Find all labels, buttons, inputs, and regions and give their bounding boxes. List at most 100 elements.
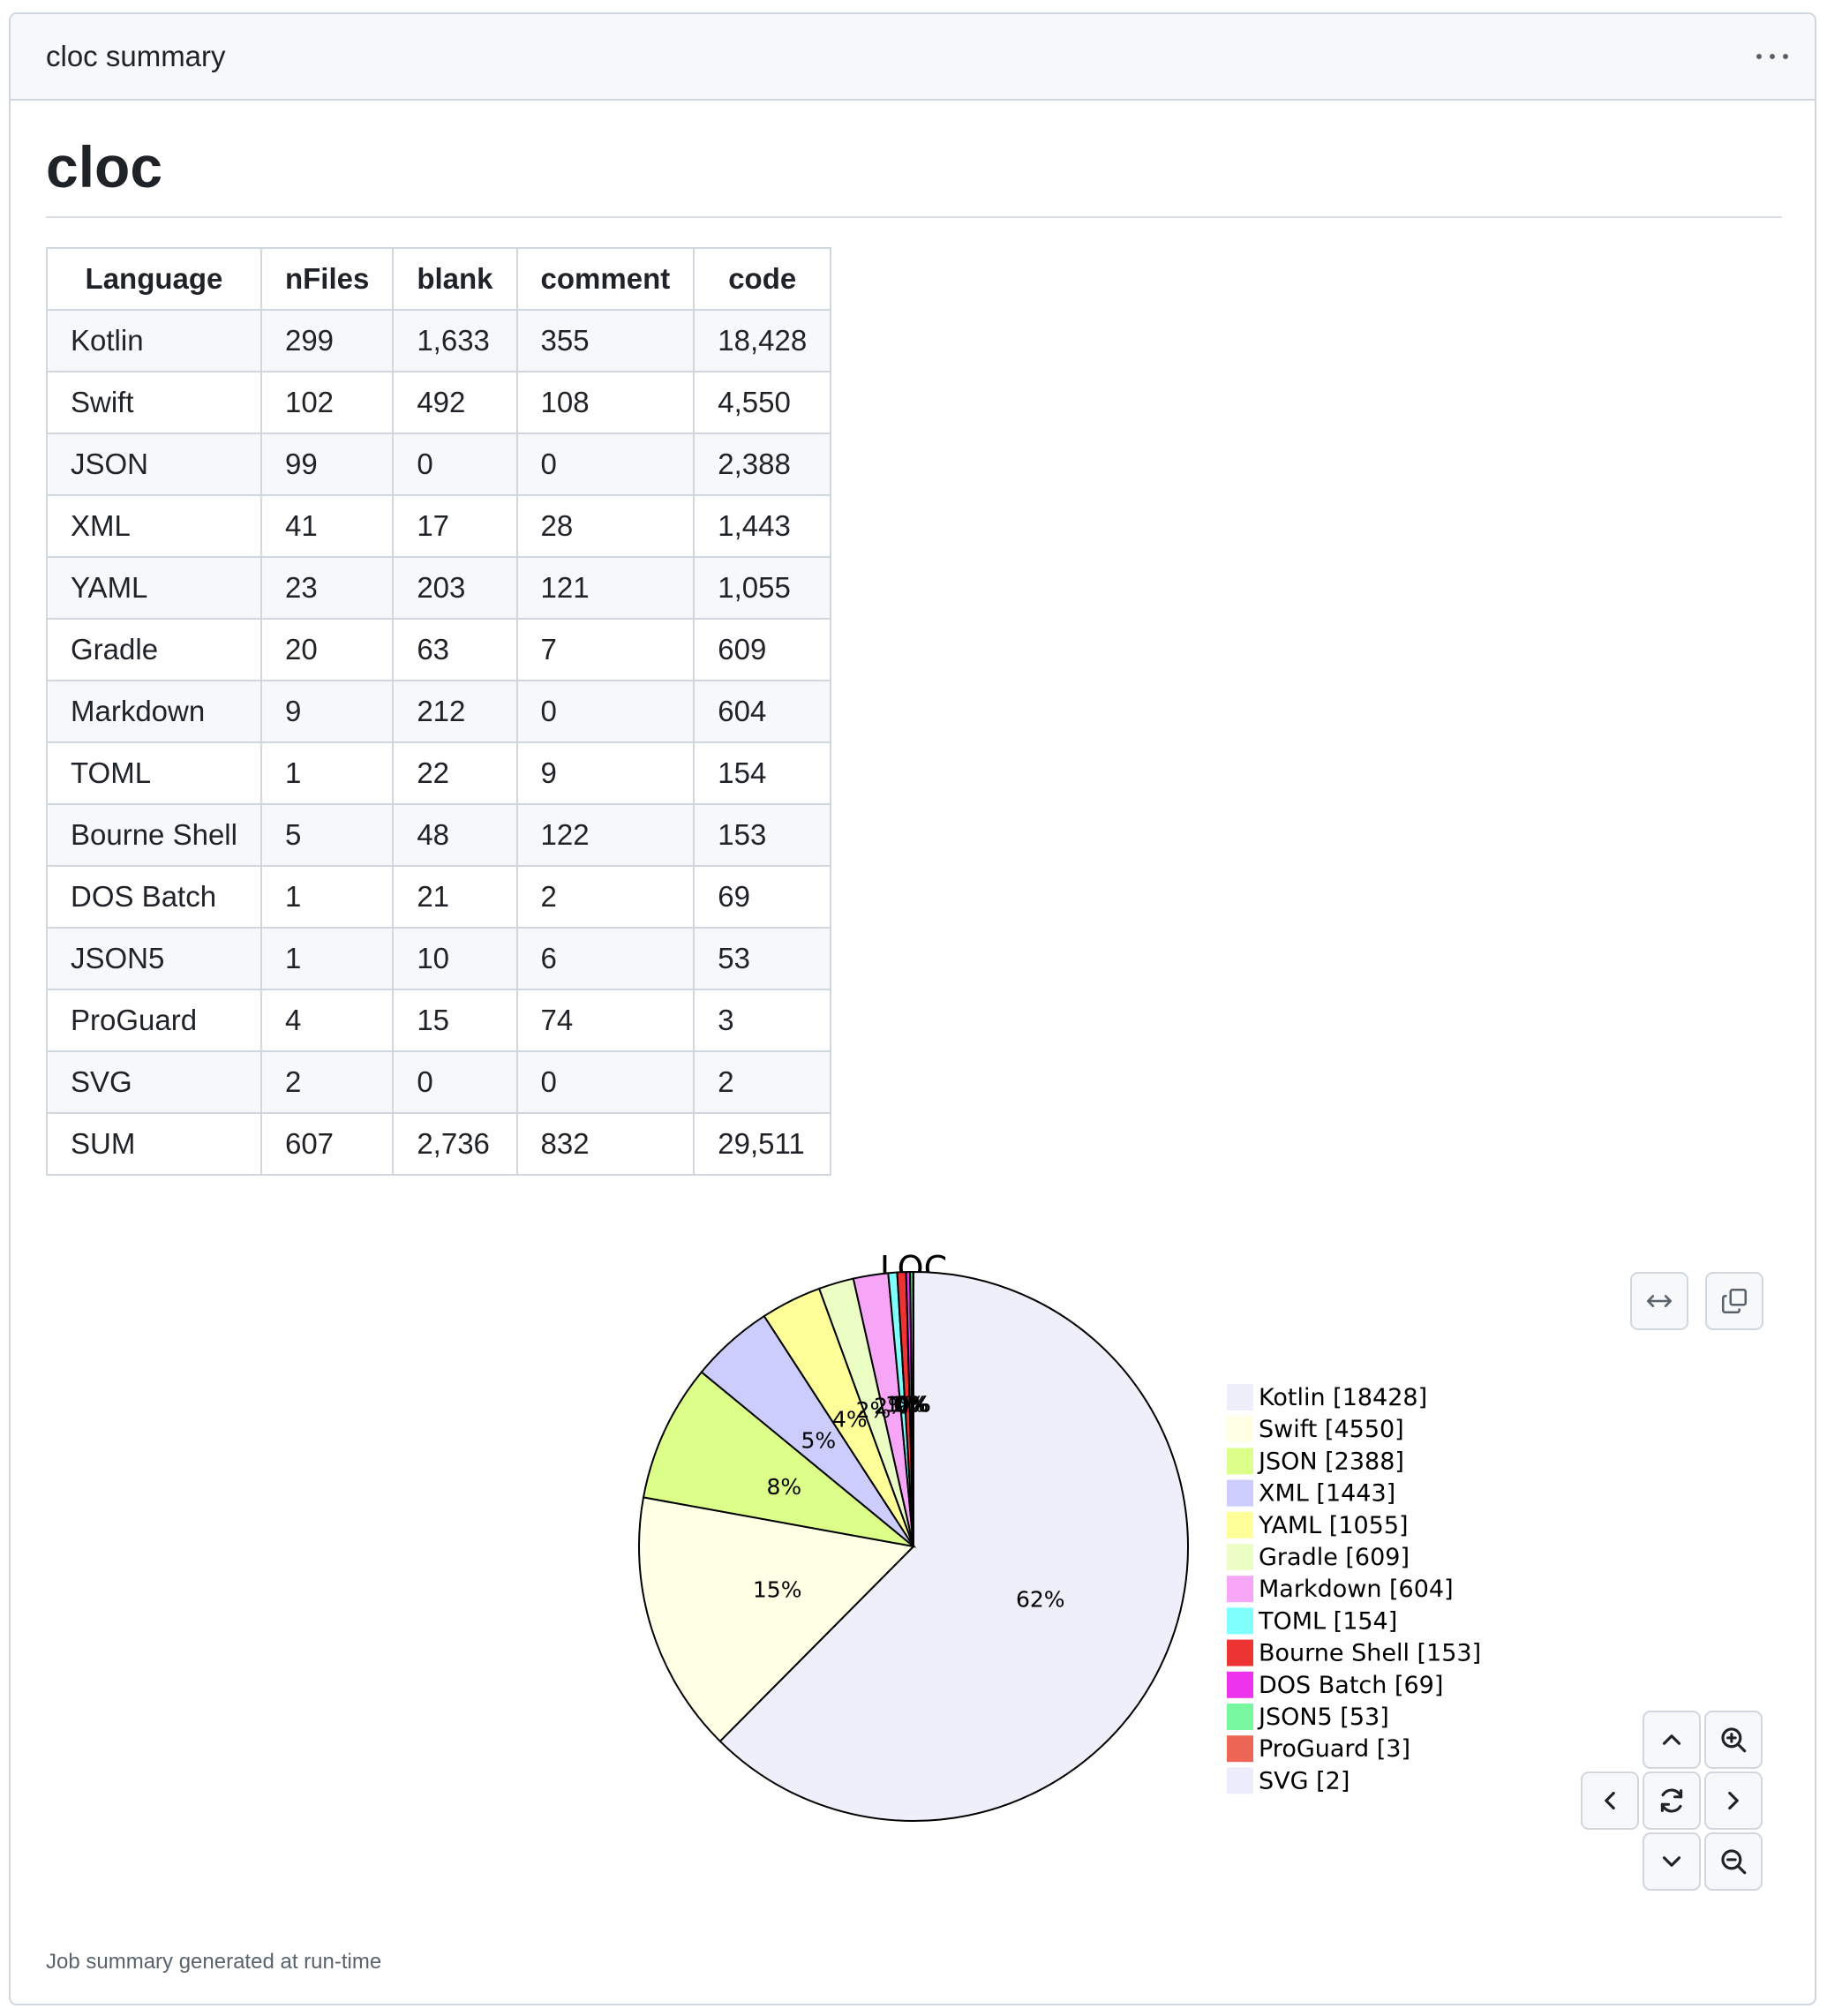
slice-percent-label: 62% bbox=[1016, 1586, 1065, 1612]
table-header-row: Language nFiles blank comment code bbox=[46, 247, 832, 311]
table-row: Kotlin 299 1,633 355 18,428 bbox=[46, 309, 832, 372]
column-header-code: code bbox=[693, 247, 832, 311]
cell-language: Bourne Shell bbox=[46, 803, 262, 867]
table-row: Bourne Shell 5 48 122 153 bbox=[46, 803, 832, 867]
cell-language: JSON5 bbox=[46, 927, 262, 990]
cell-comment: 108 bbox=[515, 371, 695, 434]
legend-swatch bbox=[1227, 1607, 1253, 1635]
cell-blank: 212 bbox=[392, 680, 518, 743]
cell-comment: 121 bbox=[515, 556, 695, 620]
cell-code: 2 bbox=[693, 1050, 832, 1114]
cell-blank: 203 bbox=[392, 556, 518, 620]
cell-comment: 2 bbox=[515, 865, 695, 929]
cell-language: YAML bbox=[46, 556, 262, 620]
copy-icon[interactable] bbox=[1705, 1272, 1763, 1330]
legend-swatch bbox=[1227, 1384, 1253, 1410]
cell-code: 1,055 bbox=[693, 556, 832, 620]
legend-label: YAML [1055] bbox=[1258, 1512, 1409, 1539]
table-row: TOML 1 22 9 154 bbox=[46, 741, 832, 805]
legend-swatch bbox=[1227, 1767, 1253, 1794]
cell-code: 53 bbox=[693, 927, 832, 990]
cell-nfiles: 9 bbox=[259, 680, 395, 743]
legend-label: TOML [154] bbox=[1258, 1607, 1397, 1635]
legend-swatch bbox=[1227, 1704, 1253, 1730]
legend-swatch bbox=[1227, 1735, 1253, 1763]
legend-label: Gradle [609] bbox=[1259, 1544, 1410, 1571]
cell-nfiles: 2 bbox=[259, 1050, 395, 1114]
cell-language: SVG bbox=[46, 1050, 262, 1114]
cell-code: 18,428 bbox=[693, 309, 832, 372]
card-title: cloc summary bbox=[46, 40, 226, 72]
legend-label: JSON5 [53] bbox=[1257, 1704, 1389, 1731]
legend-label: Kotlin [18428] bbox=[1259, 1384, 1427, 1411]
cell-nfiles: 607 bbox=[259, 1112, 395, 1176]
chevron-left-icon[interactable] bbox=[1581, 1772, 1639, 1830]
legend-label: ProGuard [3] bbox=[1259, 1735, 1410, 1763]
arrows-horizontal-icon[interactable] bbox=[1630, 1272, 1688, 1330]
legend-swatch bbox=[1227, 1479, 1253, 1507]
legend-swatch bbox=[1227, 1416, 1253, 1443]
legend-label: Bourne Shell [153] bbox=[1259, 1640, 1481, 1667]
cell-nfiles: 20 bbox=[259, 618, 395, 681]
kebab-horizontal-icon[interactable] bbox=[1753, 41, 1792, 72]
cell-blank: 22 bbox=[392, 741, 518, 805]
cell-blank: 21 bbox=[392, 865, 518, 929]
cell-code: 609 bbox=[693, 618, 832, 681]
pie-chart-svg: LOC 62%15%8%5%4%2%2%1%1%0%0%0%0% Kotlin … bbox=[638, 1249, 1481, 1822]
table-row: SVG 2 0 0 2 bbox=[46, 1050, 832, 1114]
cell-code: 2,388 bbox=[693, 433, 832, 496]
cell-blank: 1,633 bbox=[392, 309, 518, 372]
cell-language: Gradle bbox=[46, 618, 262, 681]
cell-comment: 122 bbox=[515, 803, 695, 867]
cell-code: 4,550 bbox=[693, 371, 832, 434]
table-row: Gradle 20 63 7 609 bbox=[46, 618, 832, 681]
chevron-up-icon[interactable] bbox=[1643, 1711, 1701, 1769]
cell-comment: 0 bbox=[515, 680, 695, 743]
chevron-down-icon[interactable] bbox=[1643, 1832, 1701, 1891]
cell-blank: 492 bbox=[392, 371, 518, 434]
cell-nfiles: 99 bbox=[259, 433, 395, 496]
cell-nfiles: 1 bbox=[259, 865, 395, 929]
cell-comment: 9 bbox=[515, 741, 695, 805]
zoom-out-icon[interactable] bbox=[1704, 1832, 1763, 1891]
heading-divider bbox=[46, 216, 1782, 218]
table-row: SUM 607 2,736 832 29,511 bbox=[46, 1112, 832, 1176]
cell-language: Swift bbox=[46, 371, 262, 434]
legend-label: XML [1443] bbox=[1259, 1480, 1395, 1508]
slice-percent-label: 15% bbox=[753, 1577, 802, 1603]
table-row: Swift 102 492 108 4,550 bbox=[46, 371, 832, 434]
cell-nfiles: 41 bbox=[259, 494, 395, 558]
column-header-blank: blank bbox=[392, 247, 518, 311]
loc-pie-chart: LOC 62% 15% 8% 5% 4% 2% 2% 1% 1% 0% 0% 0% 0% Kotlin … bbox=[600, 1231, 1483, 1876]
cell-code: 69 bbox=[693, 865, 832, 929]
footer-note: Job summary generated at run-time bbox=[46, 1950, 382, 1974]
table-row: ProGuard 4 15 74 3 bbox=[46, 989, 832, 1052]
cell-blank: 48 bbox=[392, 803, 518, 867]
chevron-right-icon[interactable] bbox=[1704, 1772, 1763, 1830]
table-row: Markdown 9 212 0 604 bbox=[46, 680, 832, 743]
cell-comment: 0 bbox=[515, 1050, 695, 1114]
table-row: DOS Batch 1 21 2 69 bbox=[46, 865, 832, 929]
cell-code: 1,443 bbox=[693, 494, 832, 558]
cell-code: 154 bbox=[693, 741, 832, 805]
cell-language: ProGuard bbox=[46, 989, 262, 1052]
cell-code: 153 bbox=[693, 803, 832, 867]
cloc-table: Language nFiles blank comment code Kotli… bbox=[46, 247, 832, 1176]
slice-percent-label: 0% bbox=[896, 1391, 931, 1417]
cell-comment: 74 bbox=[515, 989, 695, 1052]
cell-language: Markdown bbox=[46, 680, 262, 743]
cell-code: 29,511 bbox=[693, 1112, 832, 1176]
cell-language: JSON bbox=[46, 433, 262, 496]
cell-language: DOS Batch bbox=[46, 865, 262, 929]
cell-code: 604 bbox=[693, 680, 832, 743]
legend-label: JSON [2388] bbox=[1257, 1448, 1404, 1475]
legend-swatch bbox=[1227, 1576, 1253, 1603]
cell-nfiles: 5 bbox=[259, 803, 395, 867]
reset-icon[interactable] bbox=[1643, 1772, 1701, 1830]
card-header: cloc summary bbox=[11, 14, 1815, 101]
cell-nfiles: 102 bbox=[259, 371, 395, 434]
zoom-in-icon[interactable] bbox=[1704, 1711, 1763, 1769]
legend-label: Markdown [604] bbox=[1259, 1576, 1454, 1603]
legend-label: Swift [4550] bbox=[1259, 1416, 1404, 1443]
legend-swatch bbox=[1227, 1448, 1253, 1475]
